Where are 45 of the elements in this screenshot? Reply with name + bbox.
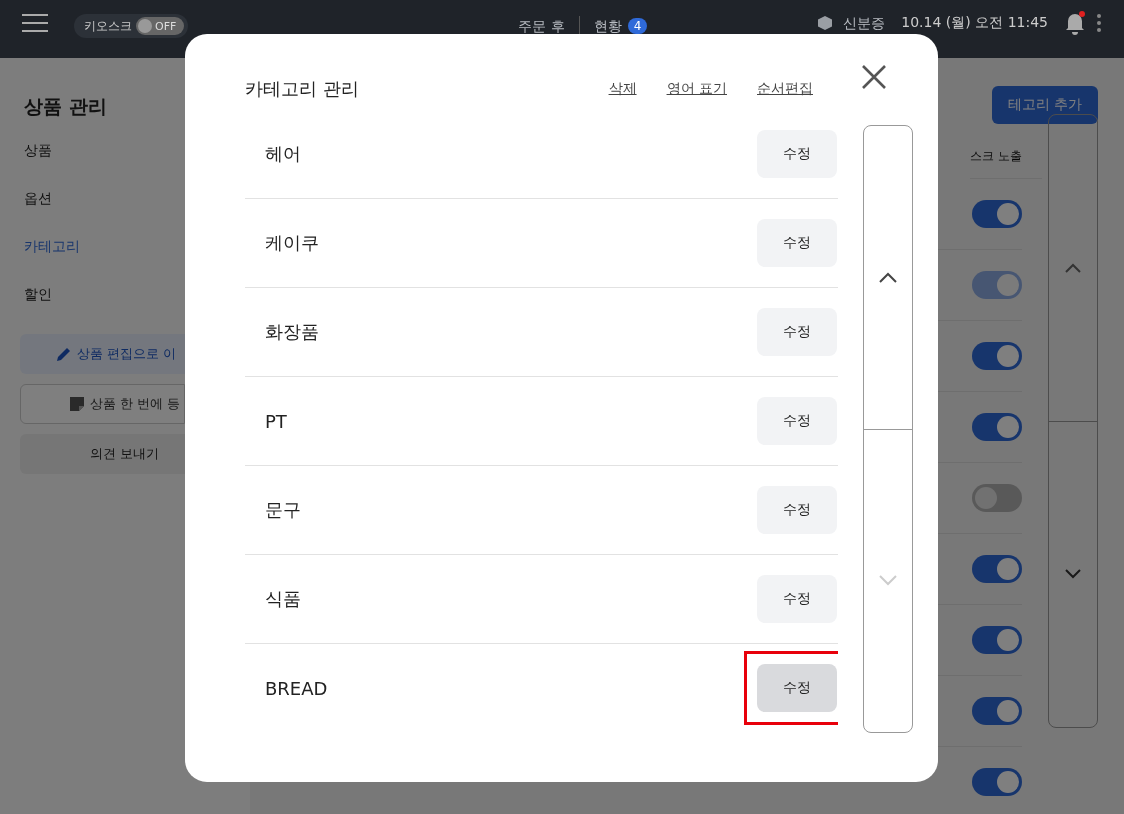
visibility-toggle[interactable] — [972, 555, 1022, 583]
bell-icon[interactable] — [1064, 11, 1086, 35]
category-name: 문구 — [265, 498, 301, 522]
edit-button[interactable]: 수정 — [757, 219, 837, 267]
pencil-icon — [56, 346, 72, 362]
visibility-toggle[interactable] — [972, 626, 1022, 654]
sidebar-item[interactable]: 상품 — [24, 142, 52, 190]
kiosk-switch[interactable]: 키오스크 OFF — [74, 14, 189, 38]
edit-button[interactable]: 수정 — [757, 308, 837, 356]
bulk-register-button[interactable]: 상품 한 번에 등 — [20, 384, 185, 424]
category-name: 헤어 — [265, 142, 301, 166]
modal-title: 카테고리 관리 — [245, 77, 359, 101]
sidebar-item[interactable]: 할인 — [24, 286, 52, 334]
edit-button[interactable]: 수정 — [757, 664, 837, 712]
header-link[interactable]: 순서편집 — [757, 80, 813, 98]
edit-button[interactable]: 수정 — [757, 575, 837, 623]
category-name: BREAD — [265, 677, 328, 699]
visibility-toggle[interactable] — [972, 768, 1022, 796]
page-title: 상품 관리 — [24, 94, 108, 119]
category-name: 화장품 — [265, 320, 319, 344]
header-link[interactable]: 영어 표기 — [666, 80, 727, 98]
feedback-button[interactable]: 의견 보내기 — [20, 434, 185, 474]
spreadsheet-icon — [69, 396, 85, 412]
edit-button[interactable]: 수정 — [757, 130, 837, 178]
category-name: 케이쿠 — [265, 231, 319, 255]
visibility-toggle[interactable] — [972, 342, 1022, 370]
cube-icon — [817, 15, 834, 31]
close-icon[interactable] — [861, 64, 887, 90]
count-badge: 4 — [627, 18, 648, 34]
category-name: 식품 — [265, 587, 301, 611]
visibility-toggle[interactable] — [972, 413, 1022, 441]
order-after-tab[interactable]: 주문 후 — [518, 18, 565, 34]
header-link[interactable]: 삭제 — [608, 80, 637, 98]
category-name: PT — [265, 410, 287, 432]
visibility-toggle[interactable] — [972, 697, 1022, 725]
edit-button[interactable]: 수정 — [757, 486, 837, 534]
menu-icon[interactable] — [22, 14, 48, 32]
more-icon[interactable] — [1096, 13, 1102, 33]
sidebar-item[interactable]: 옵션 — [24, 190, 52, 238]
visibility-toggle[interactable] — [972, 200, 1022, 228]
edit-button[interactable]: 수정 — [757, 397, 837, 445]
datetime: 10.14 (월) 오전 11:45 — [901, 14, 1048, 32]
id-check-label[interactable]: 신분증 — [843, 15, 886, 31]
column-header: 스크 노출 — [970, 148, 1042, 179]
status-tab[interactable]: 현황 — [593, 18, 622, 34]
